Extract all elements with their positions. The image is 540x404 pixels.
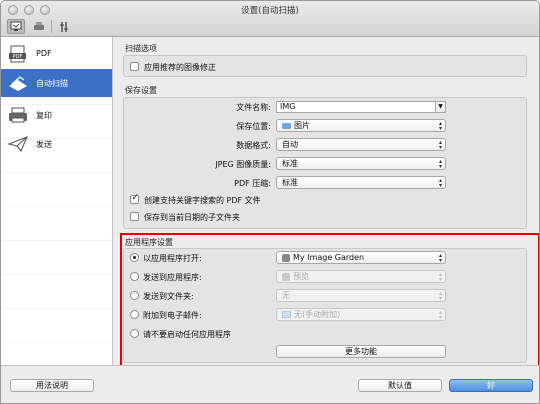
send-to-folder-select[interactable]: 无 ▴ ▾	[276, 289, 446, 302]
date-subfolder-checkbox[interactable]	[130, 212, 139, 221]
save-settings-group: 文件名称: IMG ▼ 保存位置: 图片 ▴ ▾ 数据格式: 自动 ▴ ▾ JPEG…	[123, 97, 527, 229]
pdf-icon: PDF	[7, 44, 29, 64]
settings-panel: 扫描选项 应用推荐的图像修正 保存设置 文件名称: IMG ▼ 保存位置: 图片…	[113, 37, 539, 365]
mail-icon	[282, 311, 291, 318]
send-to-app-label: 发送到应用程序:	[143, 273, 202, 282]
save-in-label: 保存位置:	[236, 122, 271, 131]
preview-app-icon	[282, 272, 290, 281]
open-with-app-label: 以应用程序打开:	[143, 254, 202, 263]
jpeg-quality-value: 标准	[282, 159, 298, 168]
up-down-arrows-icon: ▴ ▾	[438, 309, 442, 321]
pdf-compression-select[interactable]: 标准 ▴ ▾	[276, 176, 446, 189]
data-format-label: 数据格式:	[236, 141, 271, 150]
up-down-arrows-icon: ▴ ▾	[438, 120, 442, 132]
up-down-arrows-icon: ▴ ▾	[438, 158, 442, 170]
searchable-pdf-label: 创建支持关键字搜索的 PDF 文件	[144, 196, 261, 205]
toolbar-divider	[51, 20, 52, 33]
apply-correction-label: 应用推荐的图像修正	[144, 63, 216, 72]
sidebar: PDF PDF 自动扫描 复印 发送	[1, 37, 113, 365]
instructions-button[interactable]: 用法说明	[10, 379, 94, 392]
app-settings-group: 以应用程序打开: My Image Garden ▴ ▾ 发送到应用程序: 预览 …	[123, 248, 527, 363]
jpeg-quality-select[interactable]: 标准 ▴ ▾	[276, 157, 446, 170]
sidebar-item-label: PDF	[36, 49, 52, 58]
send-to-folder-value: 无	[282, 291, 290, 300]
pdf-compression-value: 标准	[282, 178, 298, 187]
attach-email-value: 无(手动附加)	[294, 310, 341, 319]
sidebar-item-copy[interactable]: 复印	[1, 101, 112, 129]
send-icon	[7, 134, 29, 154]
title-bar: 设置(自动扫描)	[1, 1, 539, 37]
data-format-select[interactable]: 自动 ▴ ▾	[276, 138, 446, 151]
file-name-label: 文件名称:	[236, 103, 271, 112]
scan-from-computer-icon	[10, 21, 22, 31]
settings-window: 设置(自动扫描) PDF PDF 自动扫描 复印 发送 扫描选项 应用推荐的图像…	[0, 0, 540, 404]
defaults-button[interactable]: 默认值	[358, 379, 442, 392]
attach-email-label: 附加到电子邮件:	[143, 311, 202, 320]
up-down-arrows-icon: ▴ ▾	[438, 139, 442, 151]
attach-email-radio[interactable]	[130, 310, 139, 319]
sidebar-item-label: 自动扫描	[36, 79, 68, 88]
up-down-arrows-icon: ▴ ▾	[438, 271, 442, 283]
copy-icon	[7, 105, 29, 125]
footer-bar: 用法说明 默认值 好	[1, 365, 539, 403]
send-to-app-value: 预览	[293, 272, 309, 281]
up-down-arrows-icon: ▴ ▾	[438, 177, 442, 189]
sidebar-item-auto-scan[interactable]: 自动扫描	[1, 69, 112, 97]
app-settings-title: 应用程序设置	[125, 238, 173, 247]
svg-text:PDF: PDF	[13, 54, 23, 60]
open-with-app-value: My Image Garden	[293, 253, 365, 262]
apply-correction-checkbox[interactable]	[130, 62, 139, 71]
send-to-app-select[interactable]: 预览 ▴ ▾	[276, 270, 446, 283]
general-settings-tab[interactable]	[55, 19, 73, 34]
up-down-arrows-icon: ▴ ▾	[438, 252, 442, 264]
data-format-value: 自动	[282, 140, 298, 149]
open-with-app-select[interactable]: My Image Garden ▴ ▾	[276, 251, 446, 264]
scan-from-computer-tab[interactable]	[7, 19, 25, 34]
file-name-combo[interactable]: IMG ▼	[276, 101, 446, 113]
file-name-dropdown-button[interactable]: ▼	[435, 101, 446, 113]
window-title: 设置(自动扫描)	[241, 6, 299, 16]
send-to-folder-label: 发送到文件夹:	[143, 292, 194, 301]
chevron-down-icon: ▼	[438, 103, 443, 110]
no-app-radio[interactable]	[130, 329, 139, 338]
ok-button[interactable]: 好	[449, 379, 533, 392]
date-subfolder-label: 保存到当前日期的子文件夹	[144, 213, 240, 222]
send-to-app-radio[interactable]	[130, 272, 139, 281]
sidebar-item-pdf[interactable]: PDF PDF	[1, 40, 112, 68]
pdf-compression-label: PDF 压缩:	[234, 179, 271, 188]
save-in-value: 图片	[294, 121, 310, 130]
save-in-select[interactable]: 图片 ▴ ▾	[276, 119, 446, 132]
sidebar-item-label: 发送	[36, 140, 52, 149]
send-to-folder-radio[interactable]	[130, 291, 139, 300]
file-name-value: IMG	[280, 102, 296, 111]
attach-email-select[interactable]: 无(手动附加) ▴ ▾	[276, 308, 446, 321]
searchable-pdf-checkbox[interactable]	[130, 193, 139, 204]
scan-from-panel-tab[interactable]	[30, 19, 48, 34]
no-app-label: 请不要启动任何应用程序	[143, 330, 231, 339]
auto-scan-icon	[7, 73, 29, 93]
general-settings-icon	[60, 21, 68, 32]
sidebar-item-label: 复印	[36, 111, 52, 120]
sidebar-item-send[interactable]: 发送	[1, 130, 112, 158]
up-down-arrows-icon: ▴ ▾	[438, 290, 442, 302]
scan-options-group: 应用推荐的图像修正	[123, 55, 527, 77]
scan-from-panel-icon	[34, 22, 44, 30]
app-icon	[282, 253, 290, 262]
folder-icon	[282, 122, 291, 129]
scan-options-title: 扫描选项	[125, 44, 157, 53]
open-with-app-radio[interactable]	[130, 253, 139, 262]
more-functions-button[interactable]: 更多功能	[276, 345, 446, 358]
save-settings-title: 保存设置	[125, 86, 157, 95]
jpeg-quality-label: JPEG 图像质量:	[215, 160, 271, 169]
